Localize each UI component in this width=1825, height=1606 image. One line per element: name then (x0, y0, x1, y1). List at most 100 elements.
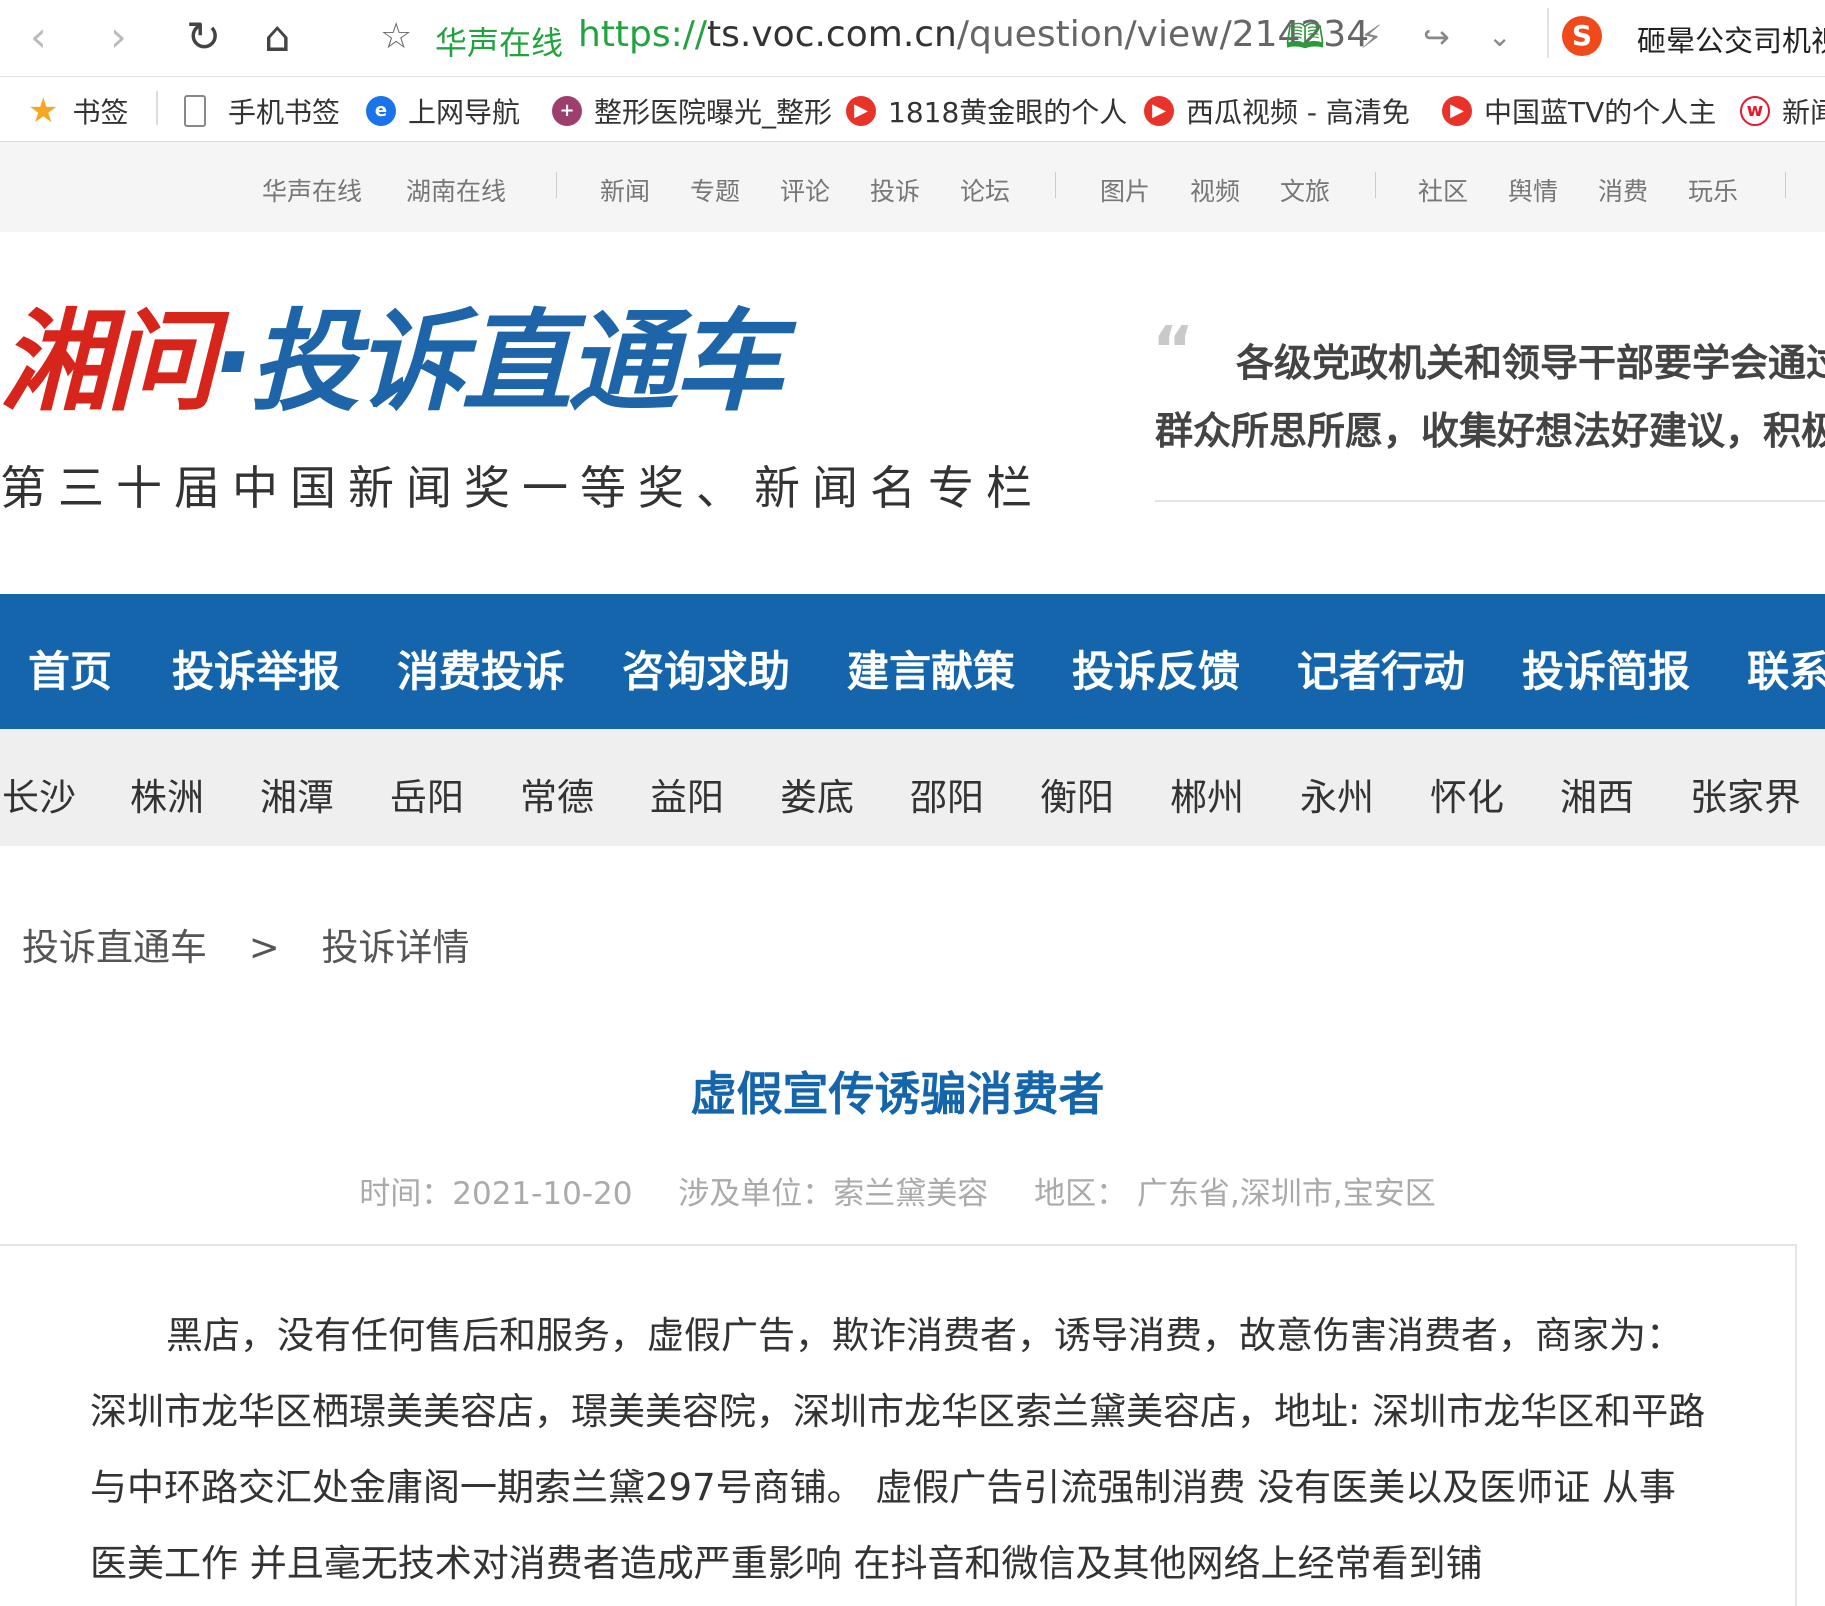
site-nav-link[interactable]: 舆情 (1508, 172, 1558, 208)
logo-subtitle: 第三十届中国新闻奖一等奖、新闻名专栏 (0, 461, 1044, 515)
home-icon[interactable]: ⌂ (264, 14, 291, 60)
bookmark-label: 西瓜视频 - 高清免 (1186, 96, 1410, 129)
city-nav-item[interactable]: 娄底 (780, 767, 854, 821)
main-nav-item-home[interactable]: 首页 (28, 638, 112, 699)
city-nav-item[interactable]: 益阳 (650, 767, 724, 821)
site-nav-link[interactable]: 图片 (1100, 172, 1150, 208)
bookmark-item[interactable]: ▶ 1818黄金眼的个人 (846, 91, 1127, 131)
site-nav-link[interactable]: 玩乐 (1688, 172, 1738, 208)
video-icon: ▶ (846, 96, 876, 126)
city-nav-item[interactable]: 衡阳 (1040, 767, 1114, 821)
lightning-icon[interactable]: ⚡ (1360, 14, 1382, 60)
breadcrumb-root-link[interactable]: 投诉直通车 (22, 926, 207, 969)
main-nav-item[interactable]: 投诉简报 (1522, 638, 1690, 699)
chevron-down-icon[interactable]: ⌄ (1488, 14, 1511, 60)
site-nav-link[interactable]: 专题 (690, 172, 740, 208)
site-nav-link[interactable]: 消费 (1598, 172, 1648, 208)
bookmark-label: 整形医院曝光_整形 (594, 96, 833, 129)
main-nav-item[interactable]: 记者行动 (1297, 638, 1465, 699)
bookmark-label: 1818黄金眼的个人 (888, 96, 1128, 129)
site-logo[interactable]: 湘问·投诉直通车 (0, 302, 784, 422)
bookmark-item[interactable]: + 整形医院曝光_整形 (552, 91, 832, 131)
bookmark-label: 新闻 (1782, 96, 1825, 129)
bookmark-item[interactable]: w 新闻 (1740, 91, 1825, 131)
search-hint-text[interactable]: 砸晕公交司机视 (1637, 18, 1825, 60)
share-icon[interactable]: ↪ (1423, 14, 1450, 60)
quote-icon: “ (1152, 314, 1195, 388)
article-body: 黑店，没有任何售后和服务，虚假广告，欺诈消费者，诱导消费，故意伤害消费者，商家为… (90, 1298, 1710, 1602)
weibo-icon: w (1740, 96, 1770, 126)
main-nav-item[interactable]: 联系 (1747, 638, 1825, 699)
site-nav-link[interactable]: 文旅 (1280, 172, 1330, 208)
breadcrumb: 投诉直通车 > 投诉详情 (22, 917, 500, 971)
city-nav-item[interactable]: 湘西 (1560, 767, 1634, 821)
site-nav-link[interactable]: 华声在线 (262, 172, 362, 208)
city-nav-item[interactable]: 张家界 (1690, 767, 1801, 821)
bookmark-item[interactable]: 手机书签 (184, 91, 340, 131)
site-nav-link[interactable]: 社区 (1418, 172, 1468, 208)
forward-icon[interactable]: › (110, 14, 127, 60)
city-nav-item[interactable]: 湘潭 (260, 767, 334, 821)
logo-dot: · (212, 298, 254, 426)
main-nav: 首页 投诉举报 消费投诉 咨询求助 建言献策 投诉反馈 记者行动 投诉简报 联系 (0, 594, 1825, 729)
bookmark-item[interactable]: ★ 书签 (28, 91, 129, 131)
bookmark-label: 中国蓝TV的个人主 (1484, 96, 1717, 129)
city-nav-item[interactable]: 常德 (520, 767, 594, 821)
site-name-label: 华声在线 (435, 24, 564, 62)
toolbar-divider (1547, 8, 1549, 58)
city-nav: 长沙 株洲 湘潭 岳阳 常德 益阳 娄底 邵阳 衡阳 郴州 永州 怀化 湘西 张… (0, 729, 1825, 846)
main-nav-item[interactable]: 投诉举报 (172, 638, 340, 699)
site-nav-link[interactable]: 论坛 (960, 172, 1010, 208)
main-nav-item[interactable]: 咨询求助 (622, 638, 790, 699)
site-nav-link[interactable]: 湖南在线 (406, 172, 506, 208)
bookmark-label: 手机书签 (228, 96, 341, 129)
site-nav-link[interactable]: 视频 (1190, 172, 1240, 208)
site-nav-link[interactable]: 投诉 (870, 172, 920, 208)
main-nav-item[interactable]: 消费投诉 (397, 638, 565, 699)
divider (1155, 500, 1825, 502)
back-icon[interactable]: ‹ (30, 14, 47, 60)
video-icon: ▶ (1144, 96, 1174, 126)
article-paragraph: 黑店，没有任何售后和服务，虚假广告，欺诈消费者，诱导消费，故意伤害消费者，商家为… (90, 1314, 1706, 1585)
article-region: 地区： 广东省,深圳市,宝安区 (1034, 1176, 1436, 1212)
divider (1055, 172, 1056, 198)
url-field[interactable]: https://ts.voc.com.cn/question/view/2142… (578, 14, 1369, 55)
main-nav-item[interactable]: 建言献策 (847, 638, 1015, 699)
bookmark-item[interactable]: ▶ 中国蓝TV的个人主 (1442, 91, 1716, 131)
logo-text-blue: 投诉直通车 (249, 298, 784, 426)
star-icon[interactable]: ☆ (380, 14, 412, 60)
reader-icon[interactable]: 🕮 (1285, 14, 1325, 60)
article-unit: 涉及单位：索兰黛美容 (678, 1176, 989, 1212)
divider (556, 172, 557, 198)
city-nav-item[interactable]: 邵阳 (910, 767, 984, 821)
site-top-nav: 华声在线 湖南在线 新闻 专题 评论 投诉 论坛 图片 视频 文旅 社区 舆情 … (0, 142, 1825, 232)
divider (1375, 172, 1376, 198)
phone-icon (184, 95, 206, 127)
header-quote-line: 各级党政机关和领导干部要学会通过 (1236, 340, 1825, 385)
bookmark-item[interactable]: e 上网导航 (366, 91, 520, 131)
article-time: 时间：2021-10-20 (359, 1176, 633, 1212)
city-nav-item[interactable]: 郴州 (1170, 767, 1244, 821)
video-icon: ▶ (1442, 96, 1472, 126)
site-nav-link[interactable]: 评论 (780, 172, 830, 208)
breadcrumb-current: 投诉详情 (321, 926, 470, 969)
article-meta: 时间：2021-10-20 涉及单位：索兰黛美容 地区： 广东省,深圳市,宝安区 (0, 1168, 1795, 1213)
ie-icon: e (366, 96, 396, 126)
breadcrumb-separator: > (248, 926, 280, 969)
city-nav-item[interactable]: 长沙 (2, 767, 76, 821)
site-nav-link[interactable]: 新闻 (600, 172, 650, 208)
main-nav-item[interactable]: 投诉反馈 (1072, 638, 1240, 699)
reload-icon[interactable]: ↻ (186, 14, 221, 60)
url-scheme: https:// (578, 14, 708, 55)
city-nav-item[interactable]: 株洲 (130, 767, 204, 821)
bookmark-item[interactable]: ▶ 西瓜视频 - 高清免 (1144, 91, 1410, 131)
city-nav-item[interactable]: 怀化 (1430, 767, 1504, 821)
sogou-icon[interactable]: S (1562, 16, 1602, 56)
bookmarks-bar: ★ 书签 手机书签 e 上网导航 + 整形医院曝光_整形 ▶ 1818黄金眼的个… (0, 77, 1825, 142)
article-title: 虚假宣传诱骗消费者 (690, 1067, 1105, 1121)
city-nav-item[interactable]: 岳阳 (390, 767, 464, 821)
divider (156, 91, 158, 125)
city-nav-item[interactable]: 永州 (1300, 767, 1374, 821)
bookmark-label: 书签 (72, 96, 129, 129)
bookmark-label: 上网导航 (408, 96, 521, 129)
